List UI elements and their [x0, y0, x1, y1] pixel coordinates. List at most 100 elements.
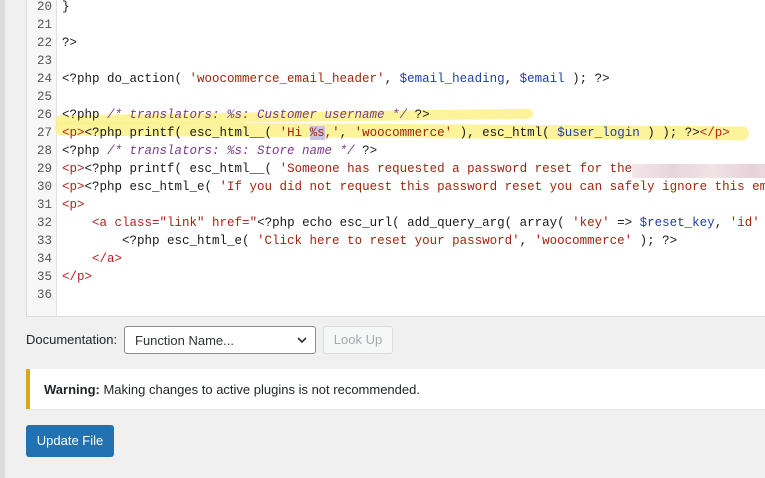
- code-line[interactable]: 26 <?php /* translators: %s: Customer use…: [27, 106, 765, 124]
- code-token: =>: [609, 216, 640, 230]
- line-number: 20: [36, 0, 52, 14]
- code-line[interactable]: 27 <p><?php printf( esc_html__( 'Hi %s,',…: [27, 124, 765, 142]
- code-token: <p>: [62, 126, 85, 140]
- code-token: /* translators: %s: Customer username */: [107, 108, 408, 122]
- code-token: ,: [519, 234, 535, 248]
- code-text: <a class="link" href="<?php echo esc_url…: [62, 214, 765, 232]
- code-line[interactable]: 33 <?php esc_html_e( 'Click here to rese…: [27, 232, 765, 250]
- code-token: 'woocommerce': [534, 234, 633, 248]
- code-token: }: [62, 0, 70, 14]
- code-line[interactable]: 20}: [27, 0, 765, 16]
- code-token: <p>: [62, 162, 85, 176]
- code-token: $email_heading: [399, 72, 505, 86]
- code-token: <?php: [62, 144, 108, 158]
- code-token: $email: [519, 72, 565, 86]
- code-text: ?>: [62, 34, 77, 52]
- code-line[interactable]: 28 <?php /* translators: %s: Store name *…: [27, 142, 765, 160]
- code-token: /* translators: %s: Store name */: [107, 144, 355, 158]
- code-line[interactable]: 23: [27, 52, 765, 70]
- code-line[interactable]: 22 ?>: [27, 34, 765, 52]
- code-token: $reset_key: [639, 216, 715, 230]
- code-token: <?php echo esc_url( add_query_arg( array…: [257, 216, 573, 230]
- code-text: }: [62, 0, 70, 16]
- code-text: <?php /* translators: %s: Store name */ …: [62, 142, 377, 160]
- code-text: <?php esc_html_e( 'Click here to reset y…: [62, 232, 677, 250]
- code-text: <p><?php printf( esc_html__( 'Hi %s,', '…: [62, 124, 730, 142]
- warning-strong: Warning:: [44, 382, 100, 397]
- code-text: <p><?php esc_html_e( 'If you did not req…: [62, 178, 765, 196]
- line-number: 27: [36, 126, 52, 140]
- code-token: ?>: [62, 36, 78, 50]
- line-number: 28: [36, 144, 52, 158]
- documentation-label: Documentation:: [26, 332, 118, 347]
- code-line[interactable]: 31 <p>: [27, 196, 765, 214]
- code-token: ,: [384, 72, 400, 86]
- warning-notice: Warning: Making changes to active plugin…: [26, 369, 765, 409]
- look-up-button[interactable]: Look Up: [323, 326, 393, 354]
- code-line[interactable]: 35 </p>: [27, 268, 765, 286]
- line-number: 26: [36, 108, 52, 122]
- line-number: 30: [36, 180, 52, 194]
- code-token: <?php printf( esc_html__(: [84, 162, 280, 176]
- code-token: </p>: [699, 126, 730, 140]
- code-line[interactable]: 24 <?php do_action( 'woocommerce_email_he…: [27, 70, 765, 88]
- code-line[interactable]: 21: [27, 16, 765, 34]
- code-token: 'If you did not request this password re…: [219, 180, 765, 194]
- code-token: ": [249, 216, 258, 230]
- line-number: 33: [36, 234, 52, 248]
- code-editor[interactable]: 20} 21 22 ?> 23 24 <?php do_action( 'woocommer…: [26, 0, 765, 317]
- code-token: 'key': [572, 216, 610, 230]
- code-token: </a>: [62, 252, 123, 266]
- code-token: ); ?>: [564, 72, 610, 86]
- code-token: <p>: [62, 198, 85, 212]
- code-line[interactable]: 32 <a class="link" href="<?php echo esc_…: [27, 214, 765, 232]
- code-line[interactable]: 30 <p><?php esc_html_e( 'If you did not r…: [27, 178, 765, 196]
- warning-message: Making changes to active plugins is not …: [99, 382, 420, 397]
- code-token: ?>: [354, 144, 378, 158]
- code-text: </p>: [62, 268, 92, 286]
- line-number: 29: [36, 162, 52, 176]
- code-line[interactable]: 36: [27, 286, 765, 304]
- line-number: 25: [36, 90, 52, 104]
- select-value: Function Name...: [135, 333, 234, 348]
- code-token: </p>: [62, 270, 93, 284]
- code-line[interactable]: 25: [27, 88, 765, 106]
- code-text: </a>: [62, 250, 122, 268]
- function-name-select[interactable]: Function Name...: [124, 326, 316, 354]
- update-file-button[interactable]: Update File: [26, 425, 114, 457]
- code-token: ), esc_html(: [452, 126, 558, 140]
- code-token: 'Hi: [279, 126, 310, 140]
- code-token: =>: [760, 216, 765, 230]
- line-number: 21: [36, 18, 52, 32]
- code-token: <p>: [62, 180, 85, 194]
- code-token: %s: [309, 126, 325, 140]
- line-number: 23: [36, 54, 52, 68]
- code-token: ) ); ?>: [639, 126, 700, 140]
- line-number: 31: [36, 198, 52, 212]
- chevron-down-icon: [297, 337, 307, 344]
- code-token: ,: [339, 126, 355, 140]
- code-token: <?php printf( esc_html__(: [84, 126, 280, 140]
- admin-menu-edge: [0, 0, 5, 478]
- code-token: $user_login: [557, 126, 640, 140]
- code-token: ); ?>: [632, 234, 678, 248]
- code-line[interactable]: 29 <p><?php printf( esc_html__( 'Someone …: [27, 160, 765, 178]
- line-number: 24: [36, 72, 52, 86]
- line-number: 36: [36, 288, 52, 302]
- code-token: <?php: [62, 108, 108, 122]
- line-number: 22: [36, 36, 52, 50]
- line-number: 35: [36, 270, 52, 284]
- code-text: <p><?php printf( esc_html__( 'Someone ha…: [62, 160, 632, 178]
- code-token: ,: [504, 72, 520, 86]
- code-token: ,: [714, 216, 730, 230]
- code-token: 'Click here to reset your password': [257, 234, 520, 248]
- code-token: ?>: [407, 108, 430, 122]
- code-token: 'woocommerce_email_header': [189, 72, 385, 86]
- code-token: <?php esc_html_e(: [62, 234, 258, 248]
- code-token: href=: [204, 216, 250, 230]
- code-token: "link": [159, 216, 205, 230]
- code-text: <?php do_action( 'woocommerce_email_head…: [62, 70, 610, 88]
- line-number: 34: [36, 252, 52, 266]
- code-line[interactable]: 34 </a>: [27, 250, 765, 268]
- code-token: <?php do_action(: [62, 72, 190, 86]
